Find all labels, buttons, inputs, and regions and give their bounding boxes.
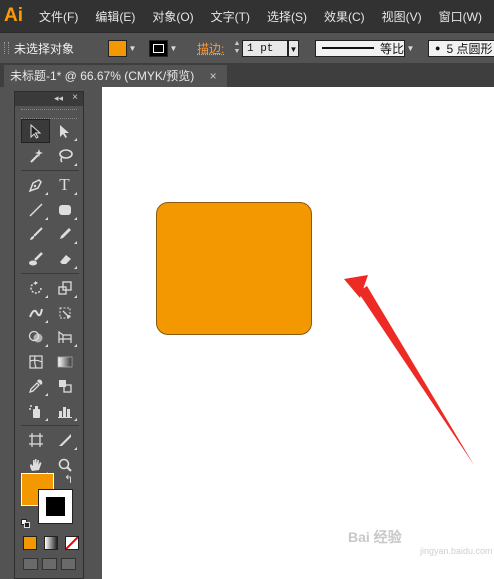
tools-panel: ◂◂ × T ↰ bbox=[14, 91, 84, 579]
slice-tool-icon[interactable] bbox=[50, 428, 79, 452]
control-bar: 未选择对象 ▼ ▼ 描边: ▲ ▼ 1 pt ▼ 等比 ▼ ● 5 点圆形 bbox=[0, 32, 494, 64]
pencil-tool-icon[interactable] bbox=[50, 222, 79, 246]
stroke-weight-field[interactable]: 1 pt bbox=[242, 39, 288, 57]
stroke-dropdown-icon[interactable]: ▼ bbox=[168, 40, 179, 57]
tool-separator bbox=[21, 170, 79, 171]
menu-window[interactable]: 窗口(W) bbox=[439, 8, 482, 25]
menu-view[interactable]: 视图(V) bbox=[382, 8, 422, 25]
document-tab[interactable]: 未标题-1* @ 66.67% (CMYK/预览) × bbox=[4, 65, 227, 87]
default-colors-icon[interactable] bbox=[21, 515, 30, 528]
swap-fill-stroke-icon[interactable]: ↰ bbox=[64, 473, 73, 486]
menu-edit[interactable]: 编辑(E) bbox=[95, 8, 135, 25]
control-bar-grip[interactable] bbox=[4, 42, 9, 54]
menu-file[interactable]: 文件(F) bbox=[39, 8, 78, 25]
stroke-control[interactable]: ▼ bbox=[149, 33, 179, 63]
rounded-rectangle-tool-icon[interactable] bbox=[50, 198, 79, 222]
document-tab-close-icon[interactable]: × bbox=[210, 69, 217, 83]
stroke-profile-line bbox=[322, 47, 374, 49]
color-mode-row bbox=[23, 536, 79, 550]
paintbrush-tool-icon[interactable] bbox=[21, 222, 50, 246]
stroke-label-wrap: 描边: bbox=[197, 33, 224, 63]
stroke-profile-dropdown-icon[interactable]: ▼ bbox=[405, 40, 416, 57]
fill-control[interactable]: ▼ bbox=[108, 33, 138, 63]
selection-status-wrap: 未选择对象 bbox=[14, 33, 74, 63]
blob-brush-tool-icon[interactable] bbox=[21, 247, 50, 271]
drawing-mode-row bbox=[23, 558, 76, 570]
blend-tool-icon[interactable] bbox=[50, 374, 79, 398]
color-mode-icon[interactable] bbox=[23, 536, 37, 550]
tool-separator bbox=[21, 273, 79, 274]
baidu-watermark: Bai 经验 bbox=[348, 529, 402, 545]
red-arrow-annotation bbox=[344, 275, 474, 465]
line-segment-tool-icon[interactable] bbox=[21, 198, 50, 222]
draw-behind-icon[interactable] bbox=[42, 558, 57, 570]
symbol-sprayer-tool-icon[interactable] bbox=[21, 399, 50, 423]
tool-separator bbox=[21, 425, 79, 426]
stroke-color-swatch[interactable] bbox=[38, 489, 73, 524]
eyedropper-tool-icon[interactable] bbox=[21, 374, 50, 398]
fill-color-swatch[interactable] bbox=[108, 39, 127, 57]
brush-control[interactable]: ● 5 点圆形 bbox=[428, 33, 494, 63]
mesh-tool-icon[interactable] bbox=[21, 350, 50, 374]
menu-object[interactable]: 对象(O) bbox=[152, 8, 193, 25]
draw-normal-icon[interactable] bbox=[23, 558, 38, 570]
gradient-mode-icon[interactable] bbox=[44, 536, 58, 550]
stroke-weight-dropdown-icon[interactable]: ▼ bbox=[288, 39, 299, 57]
baidu-watermark-url: jingyan.baidu.com bbox=[420, 546, 493, 556]
stroke-swatch-inner bbox=[45, 496, 66, 517]
document-tab-title: 未标题-1* @ 66.67% (CMYK/预览) bbox=[10, 69, 195, 83]
eraser-tool-icon[interactable] bbox=[50, 247, 79, 271]
menu-bar: Ai 文件(F) 编辑(E) 对象(O) 文字(T) 选择(S) 效果(C) 视… bbox=[0, 0, 494, 32]
stroke-profile-label: 等比 bbox=[379, 41, 404, 56]
stroke-weight-control[interactable]: ▲ ▼ 1 pt ▼ bbox=[232, 33, 299, 63]
fill-dropdown-icon[interactable]: ▼ bbox=[127, 40, 138, 57]
pen-tool-icon[interactable] bbox=[21, 173, 50, 197]
width-tool-icon[interactable] bbox=[21, 301, 50, 325]
free-transform-tool-icon[interactable] bbox=[50, 301, 79, 325]
selection-tool-icon[interactable] bbox=[21, 119, 50, 143]
app-logo: Ai bbox=[4, 5, 23, 26]
type-tool-icon[interactable]: T bbox=[50, 173, 79, 197]
rotate-tool-icon[interactable] bbox=[21, 276, 50, 300]
stroke-color-swatch[interactable] bbox=[149, 39, 168, 57]
menu-select[interactable]: 选择(S) bbox=[267, 8, 307, 25]
perspective-grid-tool-icon[interactable] bbox=[50, 325, 79, 349]
draw-inside-icon[interactable] bbox=[61, 558, 76, 570]
tools-panel-grip[interactable] bbox=[21, 109, 77, 119]
column-graph-tool-icon[interactable] bbox=[50, 399, 79, 423]
artboard-canvas[interactable] bbox=[102, 87, 494, 579]
stroke-label[interactable]: 描边: bbox=[197, 40, 224, 57]
artboard-tool-icon[interactable] bbox=[21, 428, 50, 452]
collapse-panel-icon[interactable]: ◂◂ bbox=[54, 93, 63, 104]
scale-tool-icon[interactable] bbox=[50, 276, 79, 300]
tool-grid: T bbox=[21, 119, 79, 477]
menu: 文件(F) 编辑(E) 对象(O) 文字(T) 选择(S) 效果(C) 视图(V… bbox=[39, 8, 494, 25]
close-panel-icon[interactable]: × bbox=[72, 92, 78, 103]
shape-builder-tool-icon[interactable] bbox=[21, 325, 50, 349]
tools-panel-header[interactable]: ◂◂ × bbox=[15, 92, 83, 106]
stroke-profile-field[interactable]: 等比 bbox=[315, 39, 405, 57]
gradient-tool-icon[interactable] bbox=[50, 350, 79, 374]
brush-label: 5 点圆形 bbox=[446, 41, 493, 56]
stroke-swatch-inner bbox=[153, 43, 164, 53]
menu-effect[interactable]: 效果(C) bbox=[324, 8, 365, 25]
lasso-tool-icon[interactable] bbox=[50, 144, 79, 168]
stroke-weight-spinner-icon[interactable]: ▲ ▼ bbox=[232, 40, 242, 57]
brush-field[interactable]: ● 5 点圆形 bbox=[428, 39, 494, 57]
direct-selection-tool-icon[interactable] bbox=[50, 119, 79, 143]
document-tab-bar: 未标题-1* @ 66.67% (CMYK/预览) × bbox=[0, 63, 494, 87]
menu-type[interactable]: 文字(T) bbox=[211, 8, 250, 25]
magic-wand-tool-icon[interactable] bbox=[21, 144, 50, 168]
none-mode-icon[interactable] bbox=[65, 536, 79, 550]
selection-status: 未选择对象 bbox=[14, 41, 75, 56]
stroke-profile-control[interactable]: 等比 ▼ bbox=[315, 33, 416, 63]
brush-dot-icon: ● bbox=[435, 43, 441, 53]
